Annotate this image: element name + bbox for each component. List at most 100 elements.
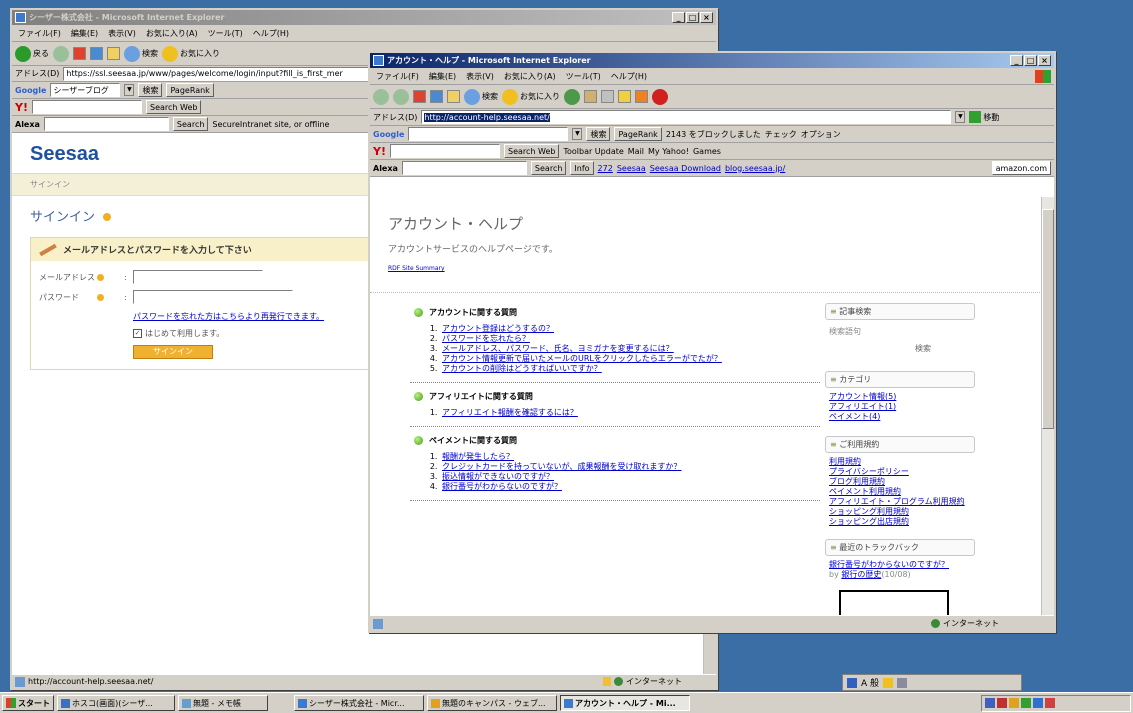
question-link[interactable]: クレジットカードを持っていないが、成果報酬を受け取れますか？ [442, 462, 681, 471]
yahoo-games-button[interactable]: Games [693, 147, 721, 156]
favorites-button[interactable]: お気に入り [162, 45, 220, 62]
front-alexa-search-button[interactable]: Search [530, 161, 567, 175]
menu-edit[interactable]: 編集(E) [426, 71, 459, 82]
taskbar-item[interactable]: シーザー株式会社 - Micr... [294, 695, 424, 711]
front-yahoo-input[interactable] [389, 144, 500, 158]
front-address-input[interactable]: http://account-help.seesaa.net/ [421, 110, 952, 124]
back-google-input[interactable]: シーザーブログ [50, 83, 121, 97]
back-window-titlebar[interactable]: シーザー株式会社 - Microsoft Internet Explorer _… [12, 10, 716, 25]
home-icon[interactable] [107, 47, 120, 60]
maximize-button[interactable]: □ [686, 12, 699, 23]
question-link[interactable]: 銀行番号がわからないのですが？ [442, 482, 562, 491]
dropdown-arrow-icon[interactable]: ▼ [955, 111, 966, 123]
banner-image[interactable] [839, 590, 949, 615]
refresh-icon[interactable] [430, 90, 443, 103]
messenger-icon[interactable] [635, 90, 648, 103]
scroll-thumb[interactable] [1042, 209, 1054, 429]
front-window-titlebar[interactable]: アカウント・ヘルプ - Microsoft Internet Explorer … [370, 53, 1054, 68]
forward-arrow-icon[interactable] [53, 45, 69, 62]
front-alexa-input[interactable] [401, 161, 527, 175]
options-button[interactable]: オプション [801, 129, 841, 140]
terms-link[interactable]: ブログ利用規約 [829, 477, 971, 487]
alexa-rank-link[interactable]: 272 [598, 164, 613, 173]
refresh-icon[interactable] [90, 47, 103, 60]
email-field[interactable] [132, 270, 263, 284]
menu-file[interactable]: ファイル(F) [15, 28, 64, 39]
trackback-source-link[interactable]: 銀行の歴史 [841, 570, 881, 579]
forgot-password-link[interactable]: パスワードを忘れた方はこちらより再発行できます。 [133, 312, 324, 321]
category-link[interactable]: アカウント情報(5) [829, 392, 971, 402]
menu-help[interactable]: ヘルプ(H) [608, 71, 650, 82]
terms-link[interactable]: ペイメント利用規約 [829, 487, 971, 497]
minimize-button[interactable]: _ [1010, 55, 1023, 66]
taskbar-item[interactable]: ホスコ(画面)(シーザ... [57, 695, 175, 711]
back-alexa-search-button[interactable]: Search [172, 117, 209, 131]
question-link[interactable]: 振込情報ができないのですが？ [442, 472, 554, 481]
link-blog-seesaa[interactable]: blog.seesaa.jp/ [725, 164, 785, 173]
menu-favorites[interactable]: お気に入り(A) [143, 28, 201, 39]
category-link[interactable]: アフィリエイト(1) [829, 402, 971, 412]
front-page-scrollbar[interactable] [1041, 197, 1054, 615]
back-pagerank-button[interactable]: PageRank [166, 83, 214, 97]
go-button[interactable]: 移動 [969, 111, 999, 123]
menu-file[interactable]: ファイル(F) [373, 71, 422, 82]
yahoo-mail-button[interactable]: Mail [628, 147, 644, 156]
link-seesaa[interactable]: Seesaa [617, 164, 646, 173]
toolbar-update-button[interactable]: Toolbar Update [563, 147, 623, 156]
category-link[interactable]: ペイメント(4) [829, 412, 971, 422]
favorites-button[interactable]: お気に入り [502, 88, 560, 105]
alexa-info-button[interactable]: Info [570, 161, 594, 175]
minimize-button[interactable]: _ [672, 12, 685, 23]
my-yahoo-button[interactable]: My Yahoo! [648, 147, 689, 156]
power-icon[interactable] [652, 88, 668, 105]
question-link[interactable]: 報酬が発生したら？ [442, 452, 514, 461]
question-link[interactable]: アカウントの削除はどうすればいいですか？ [442, 364, 602, 373]
menu-tools[interactable]: ツール(T) [205, 28, 246, 39]
menu-view[interactable]: 表示(V) [463, 71, 497, 82]
terms-link[interactable]: ショッピング出店規約 [829, 517, 971, 527]
sidebar-search-input[interactable] [829, 341, 899, 355]
close-button[interactable]: × [1038, 55, 1051, 66]
back-arrow-icon[interactable] [373, 88, 389, 105]
maximize-button[interactable]: □ [1024, 55, 1037, 66]
tray-icon[interactable] [985, 697, 995, 708]
tray-icon[interactable] [1033, 697, 1043, 708]
link-seesaa-download[interactable]: Seesaa Download [650, 164, 721, 173]
dropdown-arrow-icon[interactable]: ▼ [572, 128, 583, 140]
menu-view[interactable]: 表示(V) [105, 28, 139, 39]
menu-help[interactable]: ヘルプ(H) [250, 28, 292, 39]
front-google-search-button[interactable]: 検索 [586, 127, 611, 141]
taskbar-item-active[interactable]: アカウント・ヘルプ - Mi... [560, 695, 690, 711]
rdf-link[interactable]: RDF Site Summary [388, 265, 1036, 272]
question-link[interactable]: アフィリエイト報酬を確認するには？ [442, 408, 578, 417]
terms-link[interactable]: プライバシーポリシー [829, 467, 971, 477]
password-field[interactable] [132, 290, 293, 304]
print-icon[interactable] [601, 90, 614, 103]
forward-arrow-icon[interactable] [393, 88, 409, 105]
search-button[interactable]: 検索 [464, 88, 498, 105]
menu-edit[interactable]: 編集(E) [68, 28, 101, 39]
back-google-search-button[interactable]: 検索 [138, 83, 163, 97]
question-link[interactable]: アカウント情報更新で届いたメールのURLをクリックしたらエラーがでたが？ [442, 354, 722, 363]
front-pagerank-button[interactable]: PageRank [614, 127, 662, 141]
ime-language-bar[interactable]: A 般 [842, 674, 1022, 691]
search-button[interactable]: 検索 [124, 45, 158, 62]
question-link[interactable]: アカウント登録はどうするの？ [442, 324, 554, 333]
stop-icon[interactable] [413, 90, 426, 103]
sidebar-search-button[interactable]: 検索 [915, 343, 931, 354]
start-button[interactable]: スタート [2, 695, 54, 711]
terms-link[interactable]: ショッピング利用規約 [829, 507, 971, 517]
terms-link[interactable]: 利用規約 [829, 457, 971, 467]
front-browser-window[interactable]: アカウント・ヘルプ - Microsoft Internet Explorer … [368, 51, 1056, 633]
folder-icon[interactable] [618, 90, 631, 103]
menu-tools[interactable]: ツール(T) [563, 71, 604, 82]
tray-icon[interactable] [1009, 697, 1019, 708]
back-yahoo-search-button[interactable]: Search Web [145, 100, 202, 114]
front-yahoo-search-button[interactable]: Search Web [503, 144, 560, 158]
menu-favorites[interactable]: お気に入り(A) [501, 71, 559, 82]
question-link[interactable]: メールアドレス、パスワード、氏名、ヨミガナを変更するには？ [442, 344, 674, 353]
close-button[interactable]: × [700, 12, 713, 23]
terms-link[interactable]: アフィリエイト・プログラム利用規約 [829, 497, 971, 507]
stop-icon[interactable] [73, 47, 86, 60]
back-button[interactable]: 戻る [15, 45, 49, 62]
